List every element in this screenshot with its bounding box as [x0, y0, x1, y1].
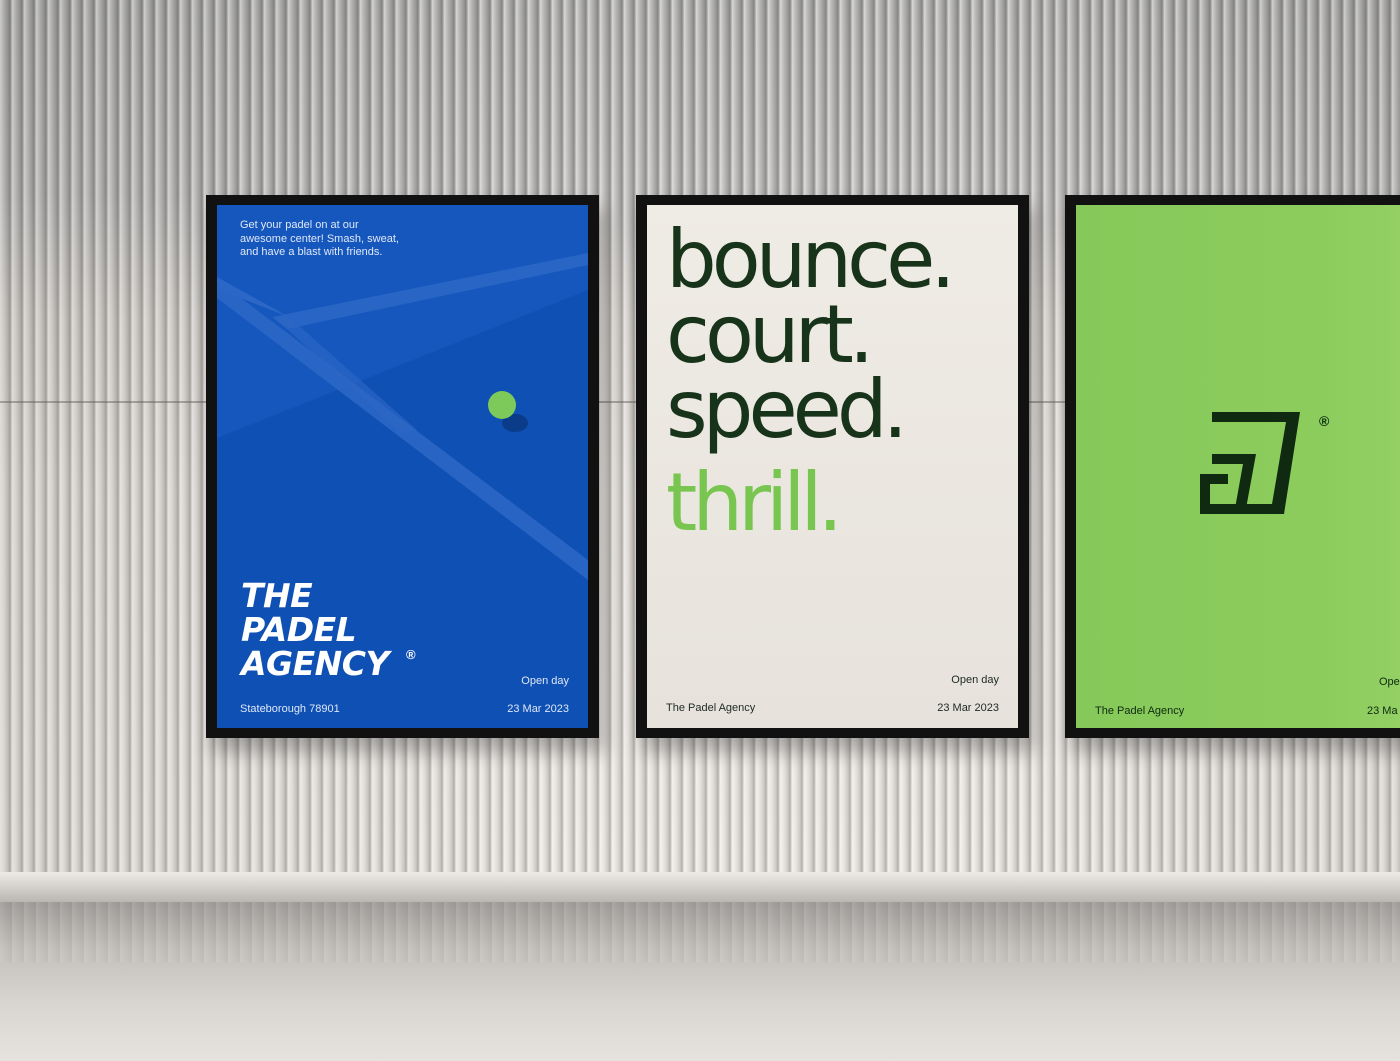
date-label: 23 Ma [1367, 705, 1398, 717]
padel-ball-icon [488, 391, 516, 419]
date-label: 23 Mar 2023 [507, 703, 569, 715]
poster-tagline: Get your padel on at our awesome center!… [240, 219, 399, 258]
title-line: THE [241, 576, 313, 615]
event-label: Open day [521, 675, 569, 687]
poster-frame-blue: Get your padel on at our awesome center!… [206, 195, 599, 738]
floor-reflection [0, 902, 1400, 962]
poster-frame-green: ® The Padel Agency Ope 23 Ma [1065, 195, 1400, 738]
registered-mark: ® [406, 647, 416, 662]
poster-mockup-scene: Get your padel on at our awesome center!… [0, 0, 1400, 1061]
location-label: Stateborough 78901 [240, 703, 340, 715]
headline-word: speed. [666, 363, 908, 456]
brand-label: The Padel Agency [1095, 705, 1185, 717]
poster-cream: bounce. court. speed. thrill. Open day T… [647, 205, 1018, 728]
brand-label: The Padel Agency [666, 702, 756, 714]
date-label: 23 Mar 2023 [937, 702, 999, 714]
headline-word-accent: thrill. [666, 456, 843, 549]
registered-mark: ® [1319, 413, 1330, 429]
title-line: AGENCY [241, 644, 389, 683]
title-line: PADEL [241, 610, 357, 649]
padel-agency-monogram-icon [1200, 412, 1300, 514]
event-label: Ope [1379, 676, 1400, 688]
poster-blue: Get your padel on at our awesome center!… [217, 205, 588, 728]
poster-green: ® The Padel Agency Ope 23 Ma [1076, 205, 1400, 728]
poster-frame-cream: bounce. court. speed. thrill. Open day T… [636, 195, 1029, 738]
poster-brand-title: THE PADEL AGENCY [241, 579, 389, 681]
event-label: Open day [951, 674, 999, 686]
wall-ledge [0, 872, 1400, 902]
